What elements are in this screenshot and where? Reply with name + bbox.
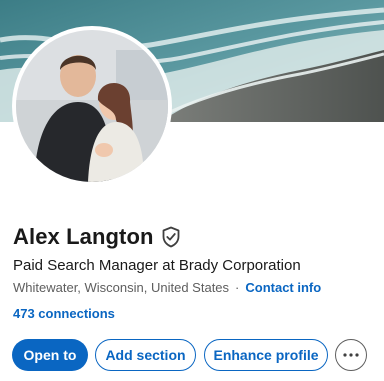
profile-headline: Paid Search Manager at Brady Corporation [13,257,301,274]
location-row: Whitewater, Wisconsin, United States · C… [13,280,321,295]
add-section-button[interactable]: Add section [95,339,196,371]
more-horizontal-icon [343,353,359,357]
separator-dot: · [235,280,240,295]
connections-link[interactable]: 473 connections [13,306,115,321]
shield-check-icon[interactable] [161,226,181,248]
profile-location: Whitewater, Wisconsin, United States [13,280,230,295]
name-row: Alex Langton [13,224,181,250]
enhance-profile-button[interactable]: Enhance profile [204,339,328,371]
more-actions-button[interactable] [335,339,367,371]
open-to-button[interactable]: Open to [12,339,88,371]
profile-photo[interactable] [12,26,172,186]
contact-info-link[interactable]: Contact info [245,280,321,295]
profile-name: Alex Langton [13,224,154,249]
